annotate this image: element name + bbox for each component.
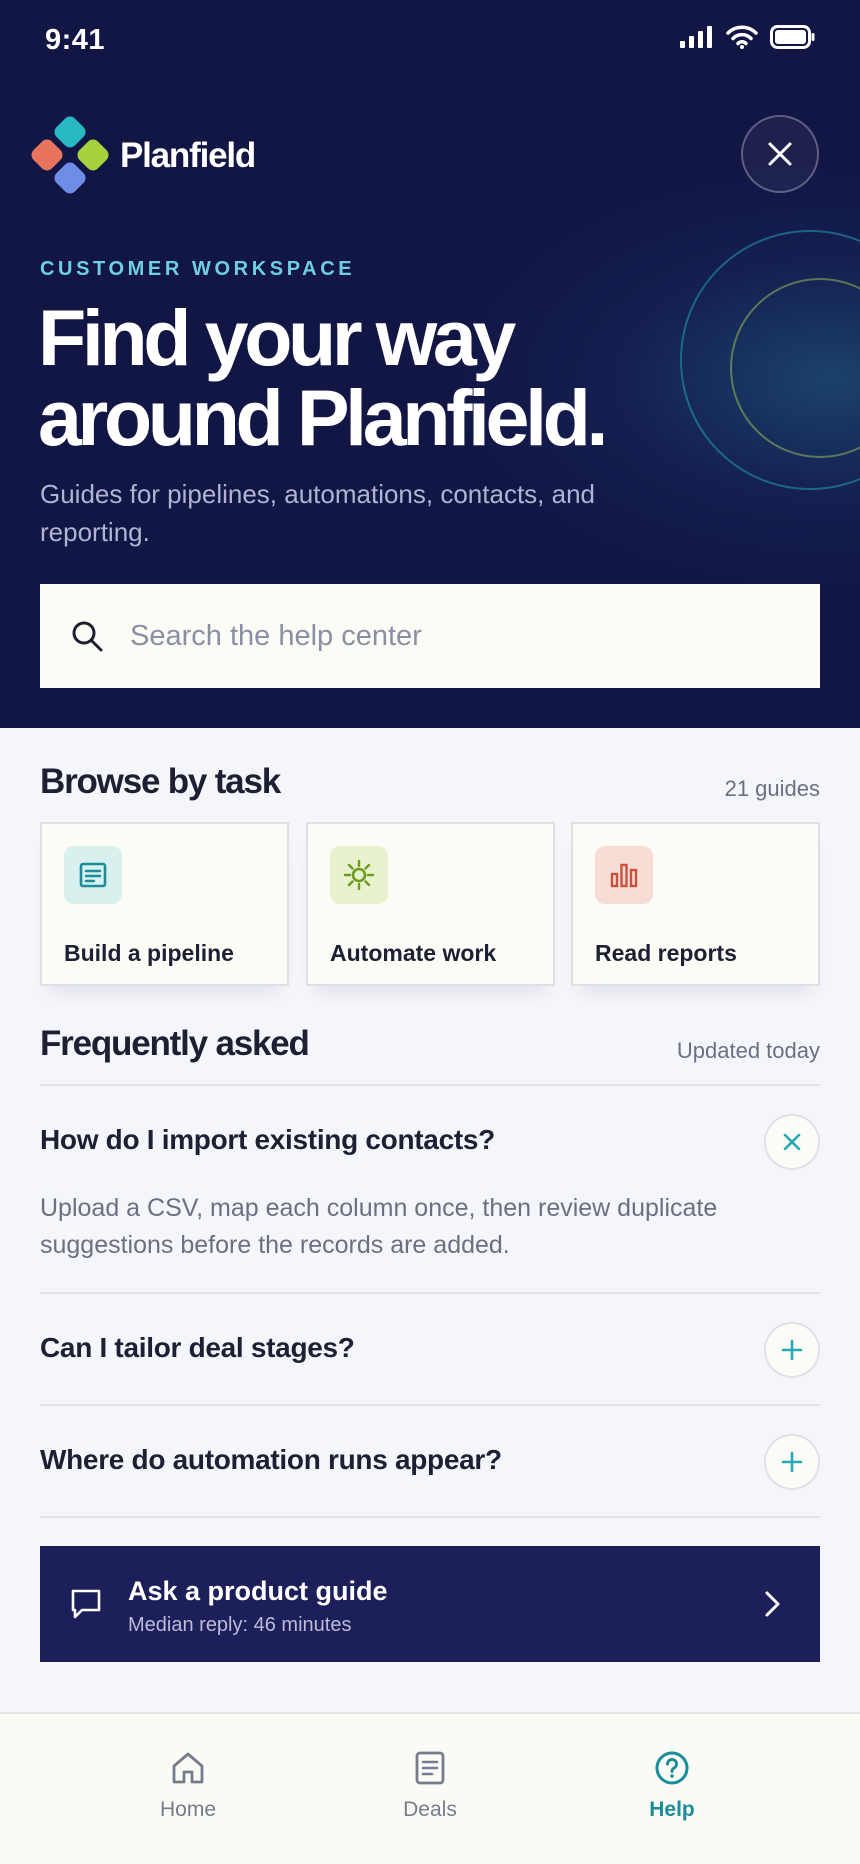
browse-section-title: Browse by task [40, 762, 281, 801]
bottom-tab-bar: Home Deals Help [0, 1712, 860, 1864]
tab-help[interactable]: Help [582, 1750, 762, 1822]
cellular-signal-icon [680, 26, 712, 48]
status-time: 9:41 [45, 24, 106, 56]
document-icon [79, 862, 107, 888]
document-icon [415, 1751, 445, 1785]
hero-eyebrow: CUSTOMER WORKSPACE [40, 258, 356, 280]
task-label: Build a pipeline [64, 940, 234, 966]
divider [40, 1516, 820, 1518]
plus-icon [781, 1451, 803, 1473]
home-icon [172, 1752, 204, 1784]
chevron-right-icon [765, 1591, 780, 1617]
bar-chart-icon [610, 863, 638, 888]
faq-section-title: Frequently asked [40, 1024, 310, 1063]
close-button[interactable] [741, 115, 819, 193]
task-icon-wrap [64, 846, 122, 904]
hero-headline: Find your way around Planfield. [38, 298, 738, 458]
divider [40, 1292, 820, 1294]
tab-label: Deals [403, 1798, 457, 1821]
faq-question-2[interactable]: Can I tailor deal stages? [40, 1332, 355, 1364]
faq-answer-1: Upload a CSV, map each column once, then… [40, 1194, 718, 1259]
planfield-logo-icon [31, 116, 109, 194]
status-bar: 9:41 [0, 0, 860, 84]
faq-updated-label: Updated today [676, 1038, 820, 1063]
status-icons [680, 22, 816, 52]
faq-question-3[interactable]: Where do automation runs appear? [40, 1444, 502, 1476]
task-label: Read reports [595, 940, 737, 966]
faq-collapse-button[interactable] [764, 1114, 820, 1170]
close-icon [783, 1133, 801, 1151]
headline-line-2: around Planfield. [38, 373, 608, 462]
sun-icon [343, 859, 375, 891]
task-icon-wrap [595, 846, 653, 904]
divider [40, 1404, 820, 1406]
search-icon [72, 621, 103, 652]
ask-product-guide-button[interactable]: Ask a product guide Median reply: 46 min… [40, 1546, 820, 1662]
faq-expand-button[interactable] [764, 1434, 820, 1490]
task-card-automate-work[interactable]: Automate work [306, 822, 555, 986]
browse-guide-count: 21 guides [724, 776, 820, 801]
task-card-read-reports[interactable]: Read reports [571, 822, 820, 986]
battery-icon [770, 25, 815, 49]
task-card-build-pipeline[interactable]: Build a pipeline [40, 822, 289, 986]
plus-icon [781, 1339, 803, 1361]
faq-expand-button[interactable] [764, 1322, 820, 1378]
divider [40, 1084, 820, 1086]
guide-median-reply: Median reply: 46 minutes [128, 1614, 352, 1636]
tab-home[interactable]: Home [98, 1750, 278, 1822]
search-input[interactable]: Search the help center [40, 584, 820, 688]
help-icon [655, 1751, 689, 1785]
tab-label: Home [159, 1798, 217, 1821]
faq-question-1[interactable]: How do I import existing contacts? [40, 1124, 495, 1156]
search-placeholder: Search the help center [130, 619, 422, 652]
task-icon-wrap [330, 846, 388, 904]
close-icon [768, 142, 792, 166]
tab-label: Help [649, 1798, 695, 1821]
chat-bubble-icon [71, 1589, 101, 1619]
headline-line-1: Find your way [38, 293, 516, 382]
task-label: Automate work [330, 940, 497, 966]
tab-deals[interactable]: Deals [340, 1750, 520, 1822]
brand-name: Planfield [120, 136, 256, 175]
wifi-icon [726, 25, 758, 49]
hero-subtitle: Guides for pipelines, automations, conta… [40, 479, 595, 547]
guide-title: Ask a product guide [128, 1576, 388, 1606]
brand-logo: Planfield [30, 116, 256, 196]
